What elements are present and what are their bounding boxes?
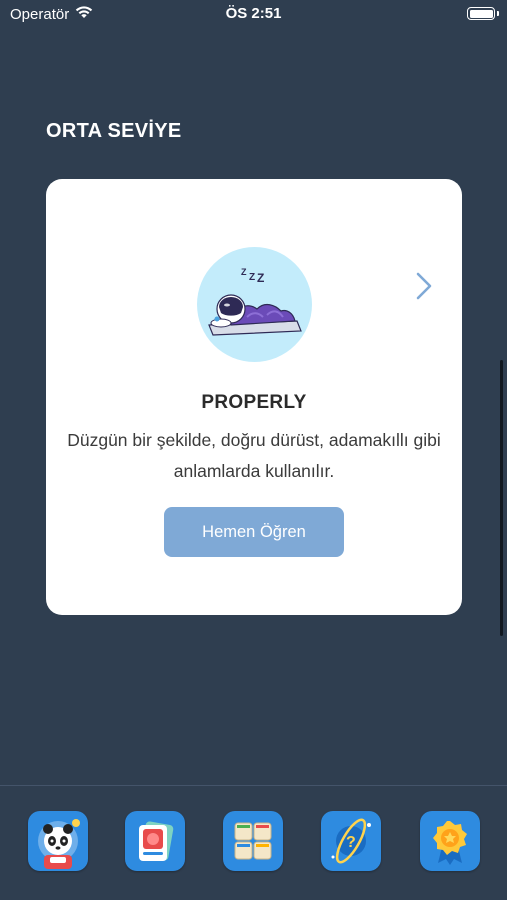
panda-astronaut-icon[interactable] [28,811,88,871]
chevron-right-icon[interactable] [412,271,436,301]
quiz-planet-icon[interactable]: ? [321,811,381,871]
status-bar: Operatör ÖS 2:51 [0,0,507,28]
svg-text:Z: Z [241,267,247,277]
award-badge-icon[interactable] [420,811,480,871]
learn-now-button[interactable]: Hemen Öğren [164,507,344,557]
svg-text:Z: Z [249,272,255,283]
battery-icon [467,7,495,20]
svg-text:Z: Z [257,271,264,285]
svg-text:?: ? [346,834,356,851]
word-blocks-icon[interactable] [223,811,283,871]
screen: Operatör ÖS 2:51 ORTA SEVİYE Z Z Z PROPE… [0,0,507,900]
flashcards-icon[interactable] [125,811,185,871]
section-title: ORTA SEVİYE [46,120,182,142]
status-time: ÖS 2:51 [225,5,282,22]
tab-bar: ? [0,785,507,900]
word-card: Z Z Z PROPERLY Düzgün bir şekilde, doğru… [46,179,462,615]
battery-cap [497,11,499,16]
scroll-indicator[interactable] [500,360,503,636]
battery-fill [469,9,493,18]
word-meaning: Düzgün bir şekilde, doğru dürüst, adamak… [67,430,441,481]
sleeping-astronaut-icon: Z Z Z [197,247,312,362]
word-title: PROPERLY [201,392,307,413]
